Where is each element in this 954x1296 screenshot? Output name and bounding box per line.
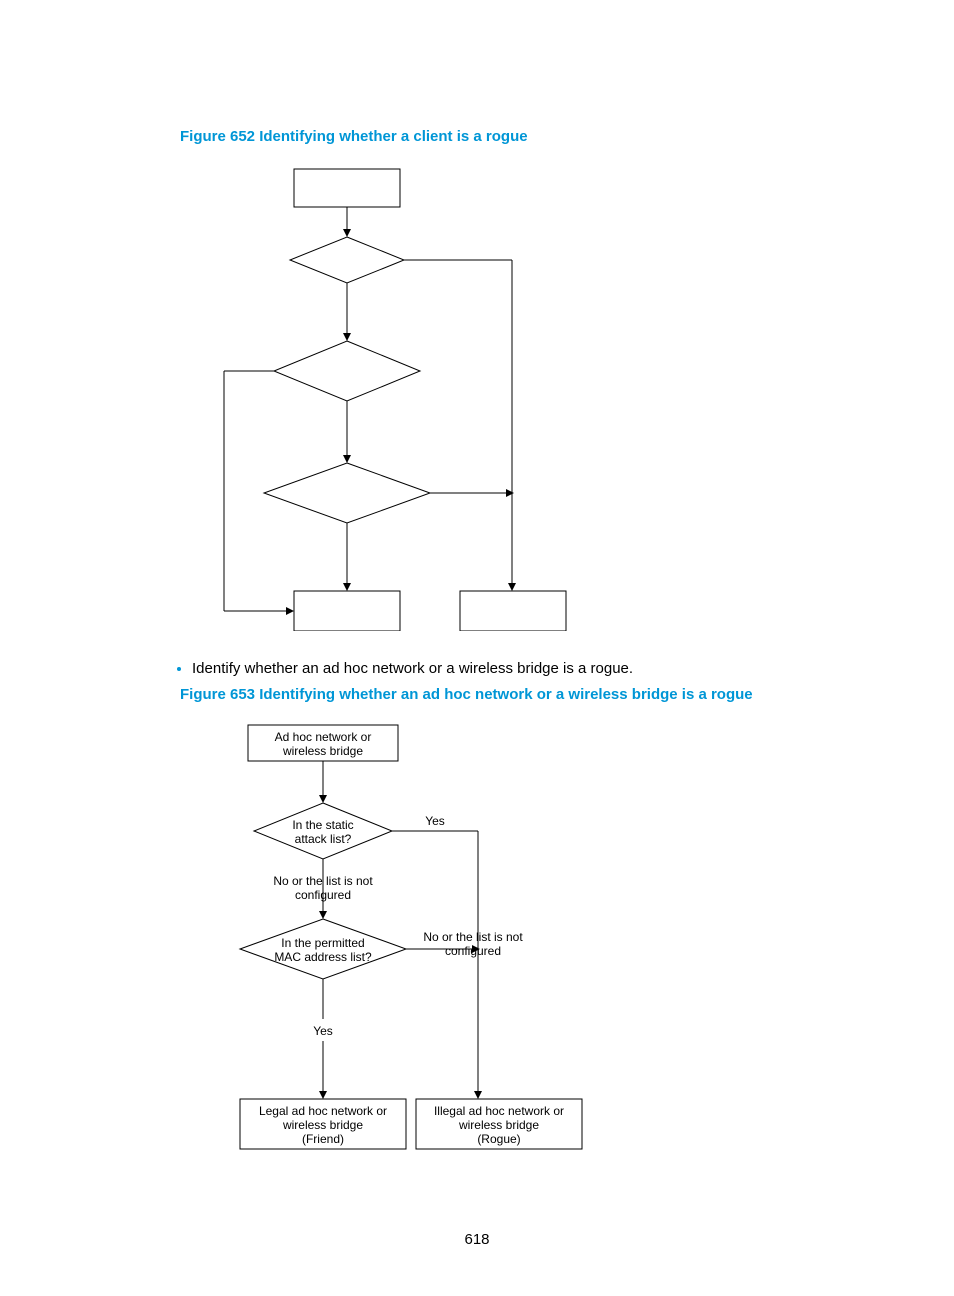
figure-652-flowchart: [200, 161, 854, 636]
f653-friend-l2: wireless bridge: [282, 1118, 363, 1132]
f653-rogue-l1: Illegal ad hoc network or: [434, 1104, 564, 1118]
bullet-text: Identify whether an ad hoc network or a …: [192, 660, 633, 677]
f653-rogue-l3: (Rogue): [477, 1132, 520, 1146]
figure-653-flowchart: Ad hoc network or wireless bridge In the…: [200, 719, 854, 1164]
f653-d2-l1: In the permitted: [281, 936, 364, 950]
f653-rogue-l2: wireless bridge: [458, 1118, 539, 1132]
bullet-item: Identify whether an ad hoc network or a …: [192, 660, 854, 678]
f653-d1-no-l1: No or the list is not: [273, 874, 373, 888]
f653-start-l1: Ad hoc network or: [275, 730, 372, 744]
f653-d1-l1: In the static: [292, 818, 353, 832]
figure-652-caption: Figure 652 Identifying whether a client …: [180, 128, 854, 145]
f653-friend-l3: (Friend): [302, 1132, 344, 1146]
f653-d2-yes: Yes: [313, 1024, 333, 1038]
figure-653-caption: Figure 653 Identifying whether an ad hoc…: [180, 686, 854, 703]
page-number: 618: [0, 1231, 954, 1248]
f653-d2-no-l2: configured: [445, 944, 501, 958]
page: Figure 652 Identifying whether a client …: [0, 0, 954, 1296]
f653-d1-l2: attack list?: [295, 832, 352, 846]
f653-d1-no-l2: configured: [295, 888, 351, 902]
f653-friend-l1: Legal ad hoc network or: [259, 1104, 387, 1118]
f653-d2-l2: MAC address list?: [274, 950, 372, 964]
f653-start-l2: wireless bridge: [282, 744, 363, 758]
f653-d1-yes: Yes: [425, 814, 445, 828]
f653-d2-no-l1: No or the list is not: [423, 930, 523, 944]
